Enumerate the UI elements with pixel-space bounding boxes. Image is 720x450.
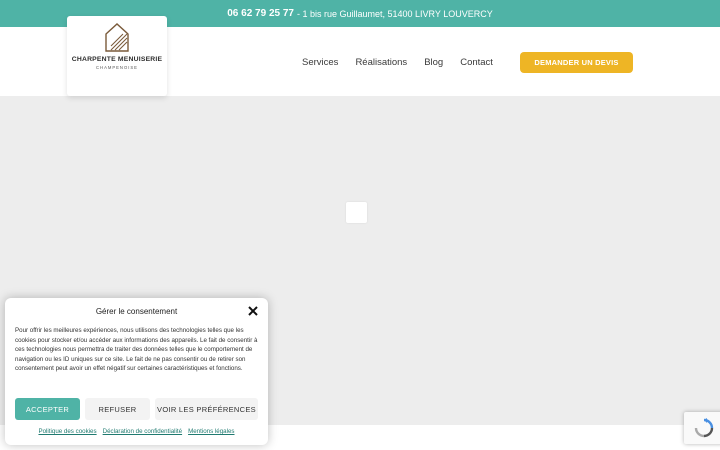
privacy-statement-link[interactable]: Déclaration de confidentialité xyxy=(103,428,182,435)
recaptcha-badge[interactable] xyxy=(684,412,720,444)
address-text: - 1 bis rue Guillaumet, 51400 LIVRY LOUV… xyxy=(296,8,493,19)
legal-notice-link[interactable]: Mentions légales xyxy=(188,428,234,435)
consent-links: Politique des cookies Déclaration de con… xyxy=(5,428,268,435)
nav-blog[interactable]: Blog xyxy=(424,57,443,68)
logo-subtitle: CHAMPENOISE xyxy=(96,65,138,70)
consent-description: Pour offrir les meilleures expériences, … xyxy=(15,327,258,373)
consent-buttons: ACCEPTER REFUSER VOIR LES PRÉFÉRENCES xyxy=(15,398,258,420)
house-logo-icon xyxy=(105,23,129,52)
recaptcha-icon xyxy=(694,418,714,438)
accept-button[interactable]: ACCEPTER xyxy=(15,398,80,420)
preferences-button[interactable]: VOIR LES PRÉFÉRENCES xyxy=(155,398,258,420)
cookie-policy-link[interactable]: Politique des cookies xyxy=(38,428,96,435)
nav-realisations[interactable]: Réalisations xyxy=(355,57,407,68)
cookie-consent-dialog: Gérer le consentement Pour offrir les me… xyxy=(5,298,268,445)
consent-title: Gérer le consentement xyxy=(95,307,178,316)
site-logo[interactable]: CHARPENTE MENUISERIE CHAMPENOISE xyxy=(67,16,167,96)
loading-indicator xyxy=(346,202,367,223)
nav-contact[interactable]: Contact xyxy=(460,57,493,68)
close-icon[interactable] xyxy=(247,305,259,317)
phone-number[interactable]: 06 62 79 25 77 xyxy=(227,8,294,19)
nav-services[interactable]: Services xyxy=(302,57,338,68)
logo-title: CHARPENTE MENUISERIE xyxy=(71,56,163,63)
main-nav: Services Réalisations Blog Contact xyxy=(302,57,493,68)
quote-request-button[interactable]: DEMANDER UN DEVIS xyxy=(520,52,633,73)
refuse-button[interactable]: REFUSER xyxy=(85,398,150,420)
